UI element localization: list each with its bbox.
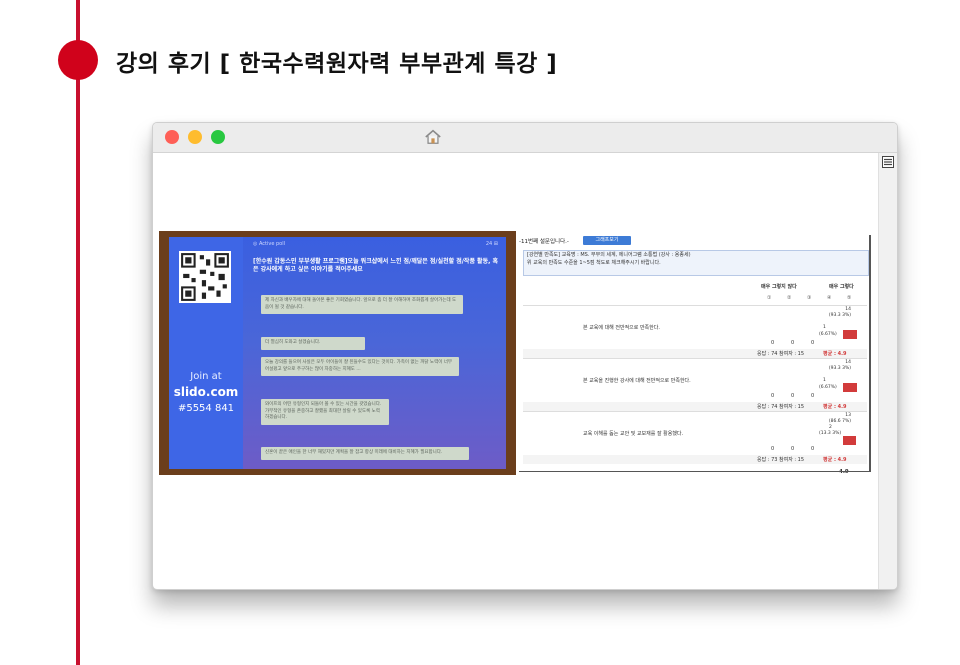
survey-info-line: [강연별 만족도] 교육명 : MS. 부부의 세계, 에니어그램 소통법 (강… <box>527 252 691 258</box>
survey-row: 교육 이해를 돕는 교안 및 교보재를 잘 활용했다. 0 0 0 13 (86… <box>523 411 867 456</box>
table-border-bottom <box>519 471 871 472</box>
graph-view-button[interactable]: 그래프보기 <box>583 236 631 245</box>
count-cell: 0 <box>771 393 775 399</box>
answer-card: 신혼이 끝은 애인을 한 너무 재밌지만 계획을 잘 잡고 항상 미래에 대비하… <box>261 447 469 460</box>
top-score-pct: (86.6 7%) <box>828 419 851 424</box>
score4-count: 2 <box>829 425 832 430</box>
top-score-count: 14 <box>845 360 851 365</box>
close-button[interactable] <box>165 130 179 144</box>
scale-number: ② <box>787 295 792 301</box>
survey-header: -11번째 설문입니다.- <box>519 239 569 245</box>
minimize-button[interactable] <box>188 130 202 144</box>
scale-number: ① <box>767 295 772 301</box>
top-score-pct: (93.3 3%) <box>828 366 851 371</box>
col-header-high: 매우 그렇다 <box>829 284 854 290</box>
average-score: 평균 : 4.9 <box>823 351 847 357</box>
answer-card: 오늘 강의를 들으며 사실은 모두 아이들이 잘 된들수도 있다는 것이다. 가… <box>261 357 459 376</box>
score4-pct: (13.3 3%) <box>819 431 842 436</box>
survey-row: 본 교육에 대해 전반적으로 만족한다. 0 0 0 14 (93.3 3%) … <box>523 305 867 350</box>
count-cell: 0 <box>771 446 775 452</box>
vertical-scrollbar[interactable] <box>878 153 897 589</box>
count-cell: 0 <box>791 446 795 452</box>
score-bar <box>843 436 856 445</box>
menu-icon[interactable] <box>882 156 894 168</box>
survey-row: 본 교육을 진행한 강사에 대해 전반적으로 만족한다. 0 0 0 14 (9… <box>523 358 867 403</box>
count-cell: 0 <box>791 393 795 399</box>
average-score: 평균 : 4.9 <box>823 457 847 463</box>
survey-results: -11번째 설문입니다.- 그래프보기 [강연별 만족도] 교육명 : MS. … <box>519 235 871 475</box>
scale-number: ④ <box>827 295 832 301</box>
window-titlebar <box>153 123 897 153</box>
col-header-low: 매우 그렇지 않다 <box>761 284 797 290</box>
scale-number: ③ <box>807 295 812 301</box>
row-stats: 응답 : 74 참여자 : 15 평균 : 4.9 <box>523 402 867 411</box>
top-score-count: 13 <box>845 413 851 418</box>
top-score-pct: (93.3 3%) <box>828 313 851 318</box>
count-cell: 0 <box>811 393 815 399</box>
row-stats: 응답 : 74 참여자 : 15 평균 : 4.9 <box>523 349 867 358</box>
count-cell: 0 <box>811 446 815 452</box>
qr-code-icon <box>179 251 231 303</box>
event-code: #5554 841 <box>177 403 235 414</box>
count-cell: 0 <box>791 340 795 346</box>
score4-count: 1 <box>823 378 826 383</box>
slido-join-panel: Join at slido.com #5554 841 <box>169 237 243 469</box>
count-cell: 0 <box>811 340 815 346</box>
score4-pct: (6.67%) <box>819 332 837 337</box>
home-icon[interactable] <box>424 128 442 146</box>
poll-count: 24 ⊞ <box>485 241 498 247</box>
answer-card: 더 열심히 도와고 살겠습니다. <box>261 337 365 350</box>
overall-average: 4.9 <box>839 469 849 475</box>
response-stats: 응답 : 74 참여자 : 15 <box>757 404 805 410</box>
score4-pct: (6.67%) <box>819 385 837 390</box>
timeline-rail <box>76 0 80 665</box>
page-title: 강의 후기 [ 한국수력원자력 부부관계 특강 ] <box>116 51 558 77</box>
active-poll-tag: ◎ Active poll <box>253 241 286 247</box>
slido-screen: Join at slido.com #5554 841 ◎ Active pol… <box>169 237 506 469</box>
zoom-button[interactable] <box>211 130 225 144</box>
slido-site: slido.com <box>173 385 239 399</box>
answer-card: 제 자신과 배우자에 대해 돌아본 좋은 기회였습니다. 앞으로 좀 더 잘 이… <box>261 295 463 314</box>
survey-info: [강연별 만족도] 교육명 : MS. 부부의 세계, 에니어그램 소통법 (강… <box>523 250 869 276</box>
top-score-count: 14 <box>845 307 851 312</box>
survey-question: 교육 이해를 돕는 교안 및 교보재를 잘 활용했다. <box>583 431 684 437</box>
score-bar <box>843 330 857 339</box>
survey-info-line: 위 교육의 만족도 수준을 1~5점 척도로 체크해주시기 바랍니다. <box>527 260 661 266</box>
survey-question: 본 교육을 진행한 강사에 대해 전반적으로 만족한다. <box>583 378 691 384</box>
answer-card: 와이프의 어떤 유형인지 되돌아 볼 수 있는 시간을 갖었습니다. 가부적인 … <box>261 399 389 425</box>
score4-count: 1 <box>823 325 826 330</box>
browser-window: Join at slido.com #5554 841 ◎ Active pol… <box>152 122 898 590</box>
row-stats: 응답 : 73 참여자 : 15 평균 : 4.9 <box>523 455 867 464</box>
survey-question: 본 교육에 대해 전반적으로 만족한다. <box>583 325 660 331</box>
average-score: 평균 : 4.9 <box>823 404 847 410</box>
join-at-label: Join at <box>190 371 222 382</box>
timeline-dot <box>58 40 98 80</box>
score-bar <box>843 383 857 392</box>
count-cell: 0 <box>771 340 775 346</box>
response-stats: 응답 : 73 참여자 : 15 <box>757 457 805 463</box>
response-stats: 응답 : 74 참여자 : 15 <box>757 351 805 357</box>
table-border-right <box>869 235 871 471</box>
slido-photo: Join at slido.com #5554 841 ◎ Active pol… <box>159 231 516 475</box>
poll-question: [한수원 갑동스민 부부생활 프로그램]오늘 워크샵에서 느낀 점/깨달은 점/… <box>253 258 498 273</box>
scale-number: ⑤ <box>847 295 852 301</box>
